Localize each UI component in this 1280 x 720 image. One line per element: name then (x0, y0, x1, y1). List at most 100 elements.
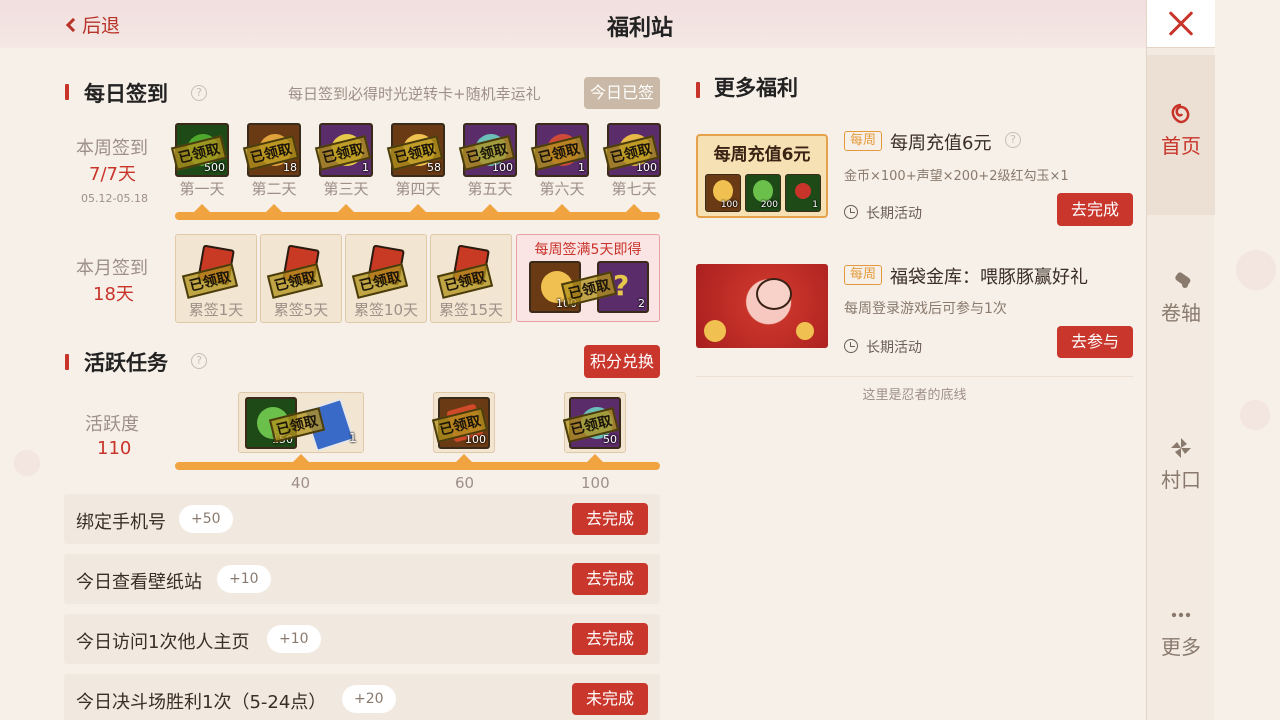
month-signin-label: 本月签到 (76, 258, 148, 279)
offer-desc: 金币×100+声望×200+2级红勾玉×1 (844, 169, 1069, 184)
reward-icon (753, 180, 773, 202)
signed-today-button[interactable]: 今日已签 (584, 77, 660, 109)
progress-tick (626, 204, 642, 212)
progress-tick (587, 454, 603, 462)
section-marker (65, 84, 69, 100)
close-button[interactable] (1147, 0, 1215, 48)
help-icon[interactable]: ? (191, 353, 207, 369)
list-divider (696, 376, 1133, 377)
offer-title: 福袋金库：喂豚豚赢好礼 (890, 267, 1088, 288)
milestone-reward-card[interactable]: 100 已领取 (431, 392, 495, 453)
activity-score: 110 (97, 438, 132, 459)
week-progress-track (175, 212, 660, 220)
not-complete-button[interactable]: 未完成 (572, 683, 648, 715)
cumulative-label: 累签5天 (273, 301, 329, 319)
page-title: 福利站 (606, 16, 673, 41)
daily-signin-desc: 每日签到必得时光逆转卡+随机幸运礼 (288, 85, 541, 103)
progress-tick (554, 204, 570, 212)
progress-tick (482, 204, 498, 212)
go-participate-button[interactable]: 去参与 (1057, 326, 1133, 358)
day-label: 第七天 (611, 180, 657, 198)
day-label: 第三天 (323, 180, 369, 198)
thumbnail-title: 每周充值6元 (713, 145, 811, 165)
progress-tick (194, 204, 210, 212)
go-complete-button[interactable]: 去完成 (572, 623, 648, 655)
clock-icon (844, 339, 858, 353)
section-marker (696, 82, 700, 98)
task-row: 今日查看壁纸站 +10 去完成 (64, 554, 660, 604)
list-footer: 这里是忍者的底线 (862, 388, 967, 403)
item-count: 100 (720, 200, 738, 210)
background-blossom (14, 450, 40, 476)
sidebar-item-more[interactable]: 更多 (1147, 556, 1215, 716)
weekly-bonus-label: 每周签满5天即得 (534, 242, 642, 258)
go-complete-button[interactable]: 去完成 (572, 563, 648, 595)
sidebar-item-home[interactable]: 首页 (1147, 55, 1215, 215)
sidebar-item-label: 更多 (1161, 635, 1201, 659)
cumulative-label: 累签1天 (188, 301, 244, 319)
background-blossom (1240, 400, 1270, 430)
clock-icon (844, 205, 858, 219)
offer-period: 长期活动 (866, 206, 922, 222)
milestone-reward-card[interactable]: 150 1 已领取 (238, 392, 364, 453)
task-name: 绑定手机号 (76, 512, 166, 533)
help-icon[interactable]: ? (191, 85, 207, 101)
cumulative-reward-card[interactable]: 已领取 累签5天 (260, 234, 342, 323)
offer-reward-item: 1 (785, 174, 821, 212)
home-icon (1171, 103, 1190, 124)
milestone-value: 60 (455, 474, 475, 492)
task-points: +20 (342, 685, 396, 713)
task-row: 今日决斗场胜利1次（5-24点） +20 未完成 (64, 674, 660, 720)
offer-thumbnail[interactable] (696, 264, 828, 348)
cumulative-reward-card[interactable]: 已领取 累签15天 (430, 234, 512, 323)
more-benefits-title: 更多福利 (714, 76, 798, 100)
task-row: 今日访问1次他人主页 +10 去完成 (64, 614, 660, 664)
sidebar-item-label: 首页 (1161, 134, 1201, 158)
offer-title: 每周充值6元 (890, 133, 992, 154)
sidebar-item-label: 卷轴 (1161, 301, 1201, 325)
weekly-tag: 每周 (844, 131, 883, 151)
day-label: 第四天 (395, 180, 441, 198)
day-label: 第二天 (251, 180, 297, 198)
help-icon[interactable]: ? (1005, 132, 1021, 148)
month-signin-progress: 18天 (93, 284, 134, 305)
reward-icon (713, 180, 733, 202)
sidebar-item-village[interactable]: 村口 (1147, 389, 1215, 549)
active-tasks-title: 活跃任务 (84, 351, 168, 375)
day-label: 第一天 (179, 180, 225, 198)
offer-reward-item: 200 (745, 174, 781, 212)
milestone-reward-card[interactable]: 50 已领取 (562, 392, 626, 453)
coin-decoration (704, 320, 726, 342)
offer-thumbnail[interactable]: 每周充值6元 100 200 1 (696, 134, 828, 218)
cumulative-reward-card[interactable]: 已领取 累签10天 (345, 234, 427, 323)
item-count: 58 (427, 161, 441, 174)
item-count: 1 (362, 161, 369, 174)
pinwheel-icon (1171, 438, 1191, 458)
go-complete-button[interactable]: 去完成 (1057, 193, 1133, 226)
go-complete-button[interactable]: 去完成 (572, 503, 648, 535)
coin-decoration (796, 322, 814, 340)
pig-mascot-icon (756, 278, 792, 310)
progress-tick (456, 454, 472, 462)
weekly-bonus-card[interactable]: 每周签满5天即得 100 ?2 已领取 (516, 234, 660, 322)
sidebar-item-scroll[interactable]: 卷轴 (1147, 222, 1215, 382)
points-exchange-button[interactable]: 积分兑换 (584, 345, 660, 378)
daily-signin-title: 每日签到 (84, 82, 168, 106)
task-points: +50 (179, 505, 233, 533)
background-blossom (1236, 250, 1276, 290)
item-count: 1 (349, 431, 357, 445)
progress-tick (410, 204, 426, 212)
sidebar-item-label: 村口 (1161, 468, 1201, 492)
task-points: +10 (217, 565, 271, 593)
item-count: 1 (812, 200, 818, 210)
item-count: 2 (638, 297, 645, 310)
offer-reward-item: 100 (705, 174, 741, 212)
scroll-icon (1175, 272, 1191, 288)
milestone-value: 40 (291, 474, 311, 492)
claimed-stamp: 已领取 (436, 263, 494, 299)
task-row: 绑定手机号 +50 去完成 (64, 494, 660, 544)
task-points: +10 (267, 625, 321, 653)
item-count: 200 (760, 200, 778, 210)
cumulative-reward-card[interactable]: 已领取 累签1天 (175, 234, 257, 323)
day-label: 第六天 (539, 180, 585, 198)
